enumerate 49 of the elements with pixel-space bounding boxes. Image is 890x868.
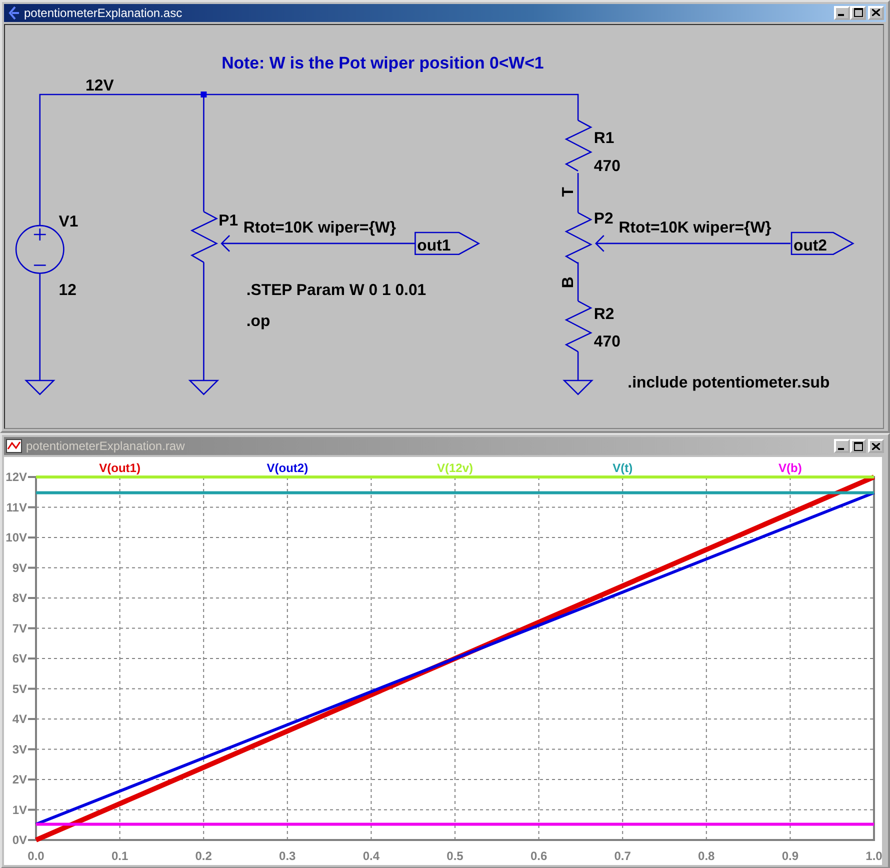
directive-text: .op <box>246 312 270 330</box>
trace-name[interactable]: V(out1) <box>99 461 140 475</box>
axis-tick-label: 8V <box>12 591 27 605</box>
axis-tick-label: 0.8 <box>698 849 715 863</box>
node-label: T <box>560 186 578 197</box>
component-label: V1 <box>58 213 78 230</box>
component-value: 470 <box>594 334 620 351</box>
directive-text: .include potentiometer.sub <box>628 374 830 392</box>
component-value: 470 <box>594 158 620 175</box>
axis-tick-label: 0.9 <box>782 849 799 863</box>
component-value: 12 <box>58 282 76 299</box>
net-label: 12V <box>86 77 114 94</box>
axis-tick-label: 0.0 <box>28 849 44 863</box>
axis-tick-label: 11V <box>6 500 27 514</box>
axis-tick-label: 2V <box>12 772 27 786</box>
directive-text: .STEP Param W 0 1 0.01 <box>246 282 426 299</box>
axis-tick-label: 12V <box>6 470 27 484</box>
parameter-text: Rtot=10K wiper={W} <box>243 219 396 236</box>
trace-name[interactable]: V(t) <box>612 461 633 475</box>
axis-tick-label: 0.5 <box>446 849 464 863</box>
axis-tick-label: 1V <box>12 802 27 817</box>
axis-tick-label: 0.3 <box>279 849 296 863</box>
axis-tick-label: 0V <box>12 833 27 847</box>
axis-tick-label: 0.1 <box>111 849 128 863</box>
window-title: potentiometerExplanation.asc <box>24 6 184 20</box>
component-label: P1 <box>218 212 238 230</box>
axis-tick-label: 4V <box>12 712 27 726</box>
component-label: R1 <box>594 130 614 148</box>
note-text: Note: W is the Pot wiper position 0<W<1 <box>222 54 544 73</box>
axis-tick-label: 7V <box>12 621 27 636</box>
axis-tick-label: 5V <box>12 682 27 696</box>
node-label: B <box>560 276 578 288</box>
axis-tick-label: 1.0 <box>866 849 882 863</box>
axis-tick-label: 9V <box>12 560 27 575</box>
trace-name[interactable]: V(out2) <box>266 461 308 475</box>
trace-name[interactable]: V(b) <box>778 461 802 475</box>
axis-tick-label: 0.4 <box>362 849 380 863</box>
port-label: out2 <box>790 232 854 255</box>
axis-tick-label: 0.7 <box>614 849 631 863</box>
component-label: P2 <box>594 210 614 228</box>
component-label: R2 <box>594 306 614 323</box>
axis-tick-label: 0.2 <box>195 849 212 863</box>
window-title: potentiometerExplanation.raw <box>26 439 186 453</box>
axis-tick-label: 3V <box>12 742 27 756</box>
parameter-text: Rtot=10K wiper={W} <box>618 219 772 236</box>
port-label: out1 <box>414 232 480 255</box>
axis-tick-label: 10V <box>6 530 27 544</box>
axis-tick-label: 0.6 <box>530 849 548 863</box>
axis-tick-label: 6V <box>12 652 27 666</box>
